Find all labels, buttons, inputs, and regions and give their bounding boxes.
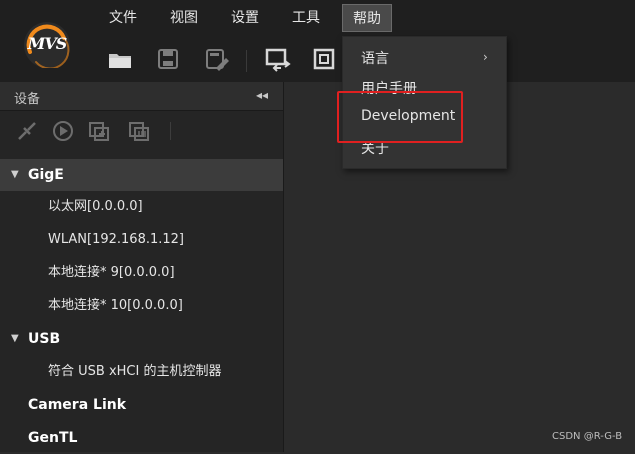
device-panel: 设备 ◂◂ ▼ GigE 以太网[0.0.0.0] WLAN[192.168.1… [0, 82, 284, 452]
screen-switch-icon[interactable] [263, 44, 293, 74]
expand-caret-icon[interactable]: ▼ [11, 323, 19, 355]
menu-view[interactable]: 视图 [160, 4, 208, 32]
submenu-arrow-icon: › [483, 50, 488, 64]
menu-file[interactable]: 文件 [99, 4, 147, 32]
tree-item-usb-host-controller[interactable]: 符合 USB xHCI 的主机控制器 [48, 356, 221, 388]
play-icon[interactable] [50, 118, 76, 144]
tree-group-camera-link[interactable]: Camera Link [0, 389, 283, 421]
collapse-panel-icon[interactable]: ◂◂ [256, 88, 268, 102]
save-icon[interactable] [153, 44, 183, 74]
tree-item-local-connection-10[interactable]: 本地连接* 10[0.0.0.0] [48, 290, 183, 322]
device-panel-title: 设备 [14, 92, 41, 107]
tree-group-gige[interactable]: ▼ GigE [0, 159, 283, 191]
tree-group-label: GenTL [28, 430, 78, 446]
tree-group-gentl[interactable]: GenTL [0, 422, 283, 454]
app-logo-text: MVS [27, 34, 68, 53]
tree-item-wlan[interactable]: WLAN[192.168.1.12] [48, 224, 184, 256]
menu-tools[interactable]: 工具 [282, 4, 330, 32]
tree-group-label: USB [28, 331, 61, 347]
tree-group-label: GigE [28, 167, 64, 183]
tree-item-local-connection-9[interactable]: 本地连接* 9[0.0.0.0] [48, 257, 175, 289]
menu-item-language[interactable]: 语言 [361, 48, 389, 68]
device-panel-header [0, 82, 283, 111]
menu-help[interactable]: 帮助 [342, 4, 392, 32]
toolbar-separator [246, 50, 247, 72]
menu-settings[interactable]: 设置 [221, 4, 269, 32]
save-edit-icon[interactable] [201, 44, 231, 74]
multi-window-icon[interactable] [126, 118, 152, 144]
red-highlight-box [337, 91, 463, 143]
tree-group-usb[interactable]: ▼ USB [0, 323, 283, 355]
watermark: CSDN @R-G-B [552, 431, 623, 442]
record-icon[interactable] [86, 118, 112, 144]
tree-group-label: Camera Link [28, 397, 127, 413]
window-icon[interactable] [309, 44, 339, 74]
expand-caret-icon[interactable]: ▼ [11, 159, 19, 191]
tree-item-ethernet[interactable]: 以太网[0.0.0.0] [48, 191, 143, 223]
open-folder-icon[interactable] [105, 44, 135, 74]
disconnect-icon[interactable] [14, 118, 40, 144]
device-toolbar-separator [170, 122, 171, 140]
